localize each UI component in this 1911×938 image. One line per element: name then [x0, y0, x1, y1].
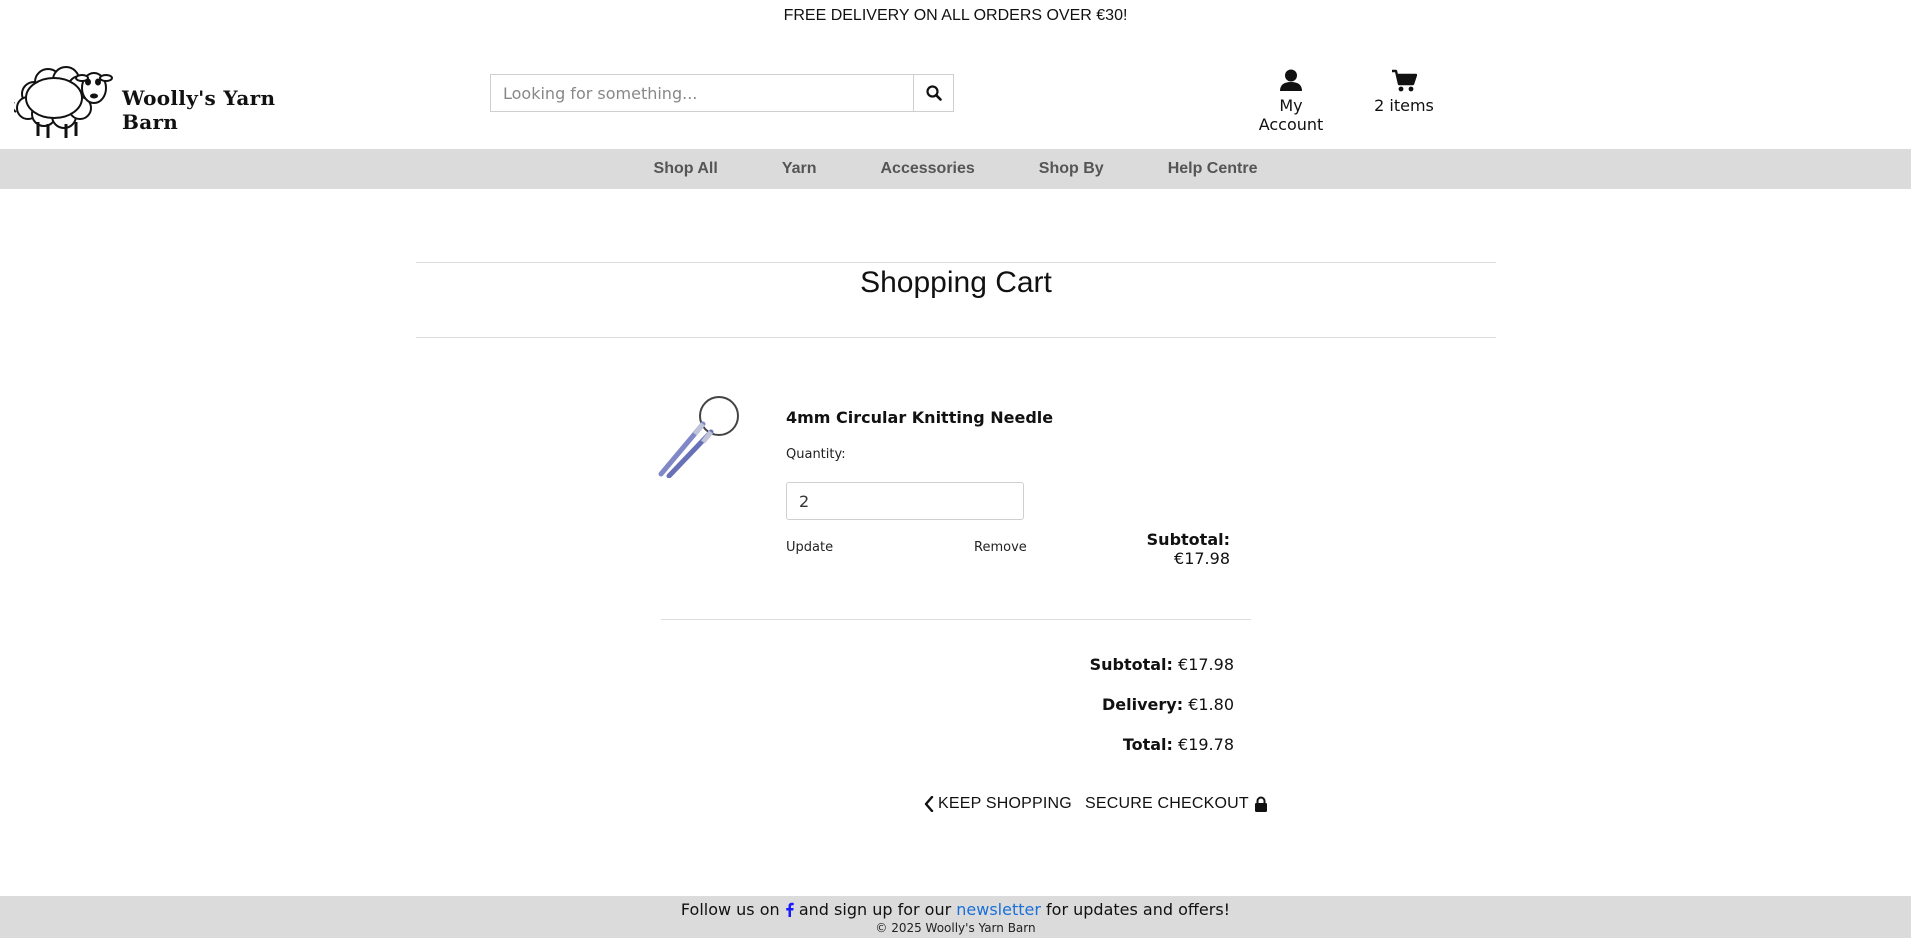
item-subtotal-label: Subtotal:	[1146, 530, 1230, 549]
summary-delivery-value: €1.80	[1188, 695, 1234, 714]
facebook-link[interactable]	[785, 900, 799, 919]
footer-social-line: Follow us on and sign up for our newslet…	[0, 896, 1911, 920]
secure-checkout-link[interactable]: SECURE CHECKOUT	[1085, 795, 1268, 813]
nav-yarn[interactable]: Yarn	[782, 160, 817, 178]
summary-total: Total: €19.78	[1030, 735, 1234, 754]
search-icon	[925, 85, 942, 101]
nav-shop-by[interactable]: Shop By	[1039, 160, 1104, 178]
summary-subtotal-value: €17.98	[1178, 655, 1234, 674]
search-bar	[490, 74, 954, 112]
summary-total-label: Total:	[1122, 735, 1173, 754]
summary-total-value: €19.78	[1178, 735, 1234, 754]
footer-follow-prefix: Follow us on	[680, 900, 780, 919]
site-footer: Follow us on and sign up for our newslet…	[0, 896, 1911, 938]
my-account-link[interactable]: My Account	[1246, 68, 1336, 134]
facebook-icon	[785, 902, 794, 917]
copyright-text: © 2025 Woolly's Yarn Barn	[875, 921, 1036, 935]
summary-delivery: Delivery: €1.80	[1030, 695, 1234, 714]
update-link[interactable]: Update	[786, 540, 833, 555]
remove-link[interactable]: Remove	[974, 540, 1027, 555]
nav-help-centre[interactable]: Help Centre	[1168, 160, 1258, 178]
cart-link[interactable]: 2 items	[1374, 68, 1434, 115]
circular-needle-image	[658, 396, 739, 479]
logo-text: Woolly's Yarn Barn	[122, 86, 276, 134]
user-icon	[1280, 69, 1302, 91]
summary-subtotal-label: Subtotal:	[1089, 655, 1173, 674]
item-subtotal-value: €17.98	[1174, 549, 1230, 568]
secure-checkout-label: SECURE CHECKOUT	[1085, 795, 1249, 812]
lock-icon	[1254, 796, 1267, 812]
product-name[interactable]: 4mm Circular Knitting Needle	[786, 408, 1053, 427]
free-delivery-banner: FREE DELIVERY ON ALL ORDERS OVER €30!	[783, 7, 1128, 24]
product-thumbnail[interactable]	[655, 392, 741, 479]
quantity-input[interactable]	[786, 482, 1024, 520]
footer-follow-suffix: for updates and offers!	[1046, 900, 1231, 919]
summary-delivery-label: Delivery:	[1101, 695, 1184, 714]
newsletter-link[interactable]: newsletter	[956, 900, 1041, 919]
shopping-cart-icon	[1392, 69, 1417, 92]
search-button[interactable]	[913, 75, 953, 111]
summary-subtotal: Subtotal: €17.98	[1030, 655, 1234, 674]
nav-accessories[interactable]: Accessories	[881, 160, 975, 178]
search-input[interactable]	[491, 75, 913, 111]
title-bottom-divider	[416, 337, 1496, 338]
keep-shopping-label: KEEP SHOPPING	[938, 795, 1072, 812]
main-nav: Shop All Yarn Accessories Shop By Help C…	[0, 149, 1911, 189]
item-divider	[661, 619, 1251, 620]
site-logo[interactable]: Woolly's Yarn Barn	[11, 52, 334, 140]
my-account-label: My Account	[1258, 96, 1324, 134]
page-title: Shopping Cart	[860, 266, 1052, 299]
nav-shop-all[interactable]: Shop All	[654, 160, 718, 178]
footer-follow-middle: and sign up for our	[798, 900, 952, 919]
quantity-label: Quantity:	[786, 447, 846, 462]
sheep-logo-icon	[11, 66, 113, 138]
title-top-divider	[416, 262, 1496, 263]
item-subtotal: Subtotal: €17.98	[1090, 530, 1230, 568]
chevron-left-icon	[924, 796, 934, 812]
cart-count-label: 2 items	[1374, 96, 1434, 115]
keep-shopping-link[interactable]: KEEP SHOPPING	[924, 795, 1072, 813]
